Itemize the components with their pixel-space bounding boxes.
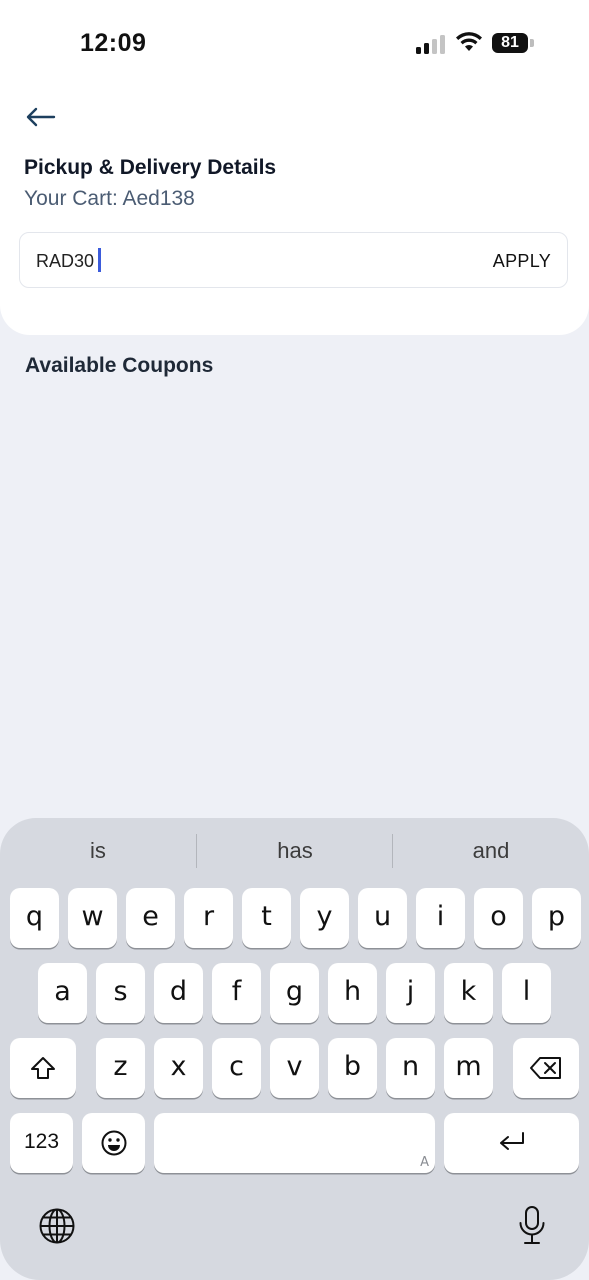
delete-key[interactable] — [513, 1038, 579, 1098]
key-m[interactable]: m — [444, 1038, 493, 1098]
key-w[interactable]: w — [68, 888, 117, 948]
battery-cap — [530, 39, 534, 47]
key-s[interactable]: s — [96, 963, 145, 1023]
key-v[interactable]: v — [270, 1038, 319, 1098]
space-key-mark: A — [420, 1155, 429, 1170]
key-g[interactable]: g — [270, 963, 319, 1023]
coupon-input[interactable]: RAD30 — [36, 248, 101, 273]
status-time: 12:09 — [80, 29, 147, 57]
space-key[interactable]: A — [154, 1113, 435, 1173]
return-key[interactable] — [444, 1113, 579, 1173]
coupon-code-field[interactable]: RAD30 APPLY — [19, 232, 568, 288]
numbers-key[interactable]: 123 — [10, 1113, 73, 1173]
key-o[interactable]: o — [474, 888, 523, 948]
microphone-icon[interactable] — [517, 1205, 547, 1247]
suggestion-item[interactable]: and — [393, 838, 589, 864]
key-q[interactable]: q — [10, 888, 59, 948]
cart-summary: Your Cart: Aed138 — [24, 187, 195, 210]
suggestion-item[interactable]: is — [0, 838, 196, 864]
apply-button[interactable]: APPLY — [493, 251, 551, 272]
key-n[interactable]: n — [386, 1038, 435, 1098]
emoji-icon — [101, 1130, 126, 1156]
cellular-signal-icon — [416, 34, 448, 54]
key-r[interactable]: r — [184, 888, 233, 948]
globe-icon[interactable] — [38, 1207, 76, 1245]
page-title: Pickup & Delivery Details — [24, 156, 277, 179]
key-b[interactable]: b — [328, 1038, 377, 1098]
arrow-left-icon[interactable] — [24, 104, 58, 130]
status-bar: 12:09 81 — [0, 0, 589, 88]
key-u[interactable]: u — [358, 888, 407, 948]
suggestion-item[interactable]: has — [197, 838, 393, 864]
emoji-key[interactable] — [82, 1113, 145, 1173]
backspace-icon — [530, 1057, 561, 1079]
suggestion-bar: is has and — [0, 818, 589, 886]
wifi-icon — [456, 32, 482, 51]
key-h[interactable]: h — [328, 963, 377, 1023]
shift-key[interactable] — [10, 1038, 76, 1098]
available-coupons-heading: Available Coupons — [25, 354, 214, 377]
key-c[interactable]: c — [212, 1038, 261, 1098]
key-e[interactable]: e — [126, 888, 175, 948]
key-z[interactable]: z — [96, 1038, 145, 1098]
shift-icon — [31, 1057, 55, 1079]
coupon-input-value: RAD30 — [36, 251, 95, 271]
battery-icon: 81 — [492, 33, 528, 53]
text-caret — [98, 248, 101, 273]
key-j[interactable]: j — [386, 963, 435, 1023]
key-f[interactable]: f — [212, 963, 261, 1023]
key-d[interactable]: d — [154, 963, 203, 1023]
key-k[interactable]: k — [444, 963, 493, 1023]
key-a[interactable]: a — [38, 963, 87, 1023]
key-t[interactable]: t — [242, 888, 291, 948]
key-l[interactable]: l — [502, 963, 551, 1023]
keyboard: is has and q w e r t y u i o p a s d f g… — [0, 818, 589, 1280]
key-y[interactable]: y — [300, 888, 349, 948]
key-i[interactable]: i — [416, 888, 465, 948]
key-x[interactable]: x — [154, 1038, 203, 1098]
key-p[interactable]: p — [532, 888, 581, 948]
return-icon — [499, 1132, 524, 1150]
